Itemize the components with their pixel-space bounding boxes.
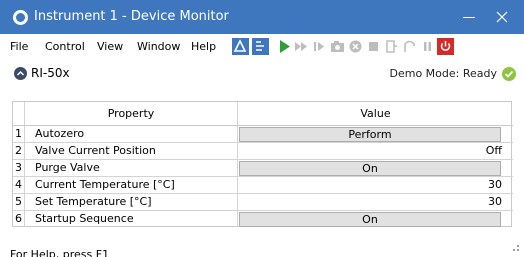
stop-icon: [365, 38, 382, 55]
menu-window[interactable]: Window: [137, 40, 180, 54]
menu-file[interactable]: File: [10, 40, 28, 54]
purge-valve-toggle-button[interactable]: On: [239, 161, 501, 176]
row-index: 6: [13, 211, 25, 227]
pump-icon: [383, 38, 400, 55]
row-property: Set Temperature [°C]: [25, 194, 238, 210]
valve-icon: [401, 38, 418, 55]
row-property: Valve Current Position: [25, 143, 238, 159]
table-row: 1 Autozero Perform: [13, 126, 513, 143]
startup-sequence-toggle-button[interactable]: On: [239, 212, 501, 227]
pause-icon: [419, 38, 436, 55]
cancel-icon: [347, 38, 364, 55]
row-property: Autozero: [25, 126, 238, 142]
table-row: 2 Valve Current Position Off: [13, 143, 513, 160]
power-icon[interactable]: [437, 38, 454, 55]
method-icon[interactable]: [252, 38, 269, 55]
header-value: Value: [360, 107, 391, 120]
property-table: Property Value 1 Autozero Perform 2 Valv…: [12, 101, 513, 228]
row-index: 3: [13, 160, 25, 176]
menu-help[interactable]: Help: [191, 40, 216, 54]
table-header: Property Value: [13, 102, 513, 126]
row-value: 30: [488, 178, 502, 191]
camera-icon: [329, 38, 346, 55]
minimize-button[interactable]: [457, 5, 481, 29]
menu-view[interactable]: View: [97, 40, 123, 54]
row-index: 5: [13, 194, 25, 210]
row-value: Off: [485, 144, 502, 157]
row-property: Purge Valve: [25, 160, 238, 176]
close-icon: [496, 11, 508, 23]
window-title: Instrument 1 - Device Monitor: [34, 9, 229, 24]
resize-grip-icon[interactable]: [508, 240, 520, 252]
row-property: Startup Sequence: [25, 211, 238, 227]
row-index: 1: [13, 126, 25, 142]
help-hint: For Help, press F1: [10, 248, 110, 257]
table-row: 5 Set Temperature [°C] 30: [13, 194, 513, 211]
device-status-row: RI-50x Demo Mode: Ready: [0, 62, 524, 86]
row-index: 2: [13, 143, 25, 159]
close-button[interactable]: [490, 5, 514, 29]
header-property: Property: [25, 102, 238, 125]
device-name: RI-50x: [31, 66, 70, 80]
title-bar: Instrument 1 - Device Monitor: [0, 0, 524, 34]
row-index: 4: [13, 177, 25, 193]
header-corner: [13, 102, 25, 125]
table-row: 4 Current Temperature [°C] 30: [13, 177, 513, 194]
step-icon: [311, 38, 328, 55]
app-icon: [13, 10, 28, 25]
ready-check-icon: [502, 67, 516, 81]
play-icon[interactable]: [276, 38, 293, 55]
device-status-text: Demo Mode: Ready: [389, 67, 497, 80]
set-temperature-field[interactable]: 30: [238, 194, 502, 210]
collapse-icon[interactable]: [14, 67, 27, 80]
menu-control[interactable]: Control: [45, 40, 85, 54]
instrument-icon[interactable]: [232, 38, 249, 55]
row-property: Current Temperature [°C]: [25, 177, 238, 193]
autozero-perform-button[interactable]: Perform: [239, 127, 501, 142]
table-row: 3 Purge Valve On: [13, 160, 513, 177]
fast-forward-icon: [293, 38, 310, 55]
table-row: 6 Startup Sequence On: [13, 211, 513, 228]
